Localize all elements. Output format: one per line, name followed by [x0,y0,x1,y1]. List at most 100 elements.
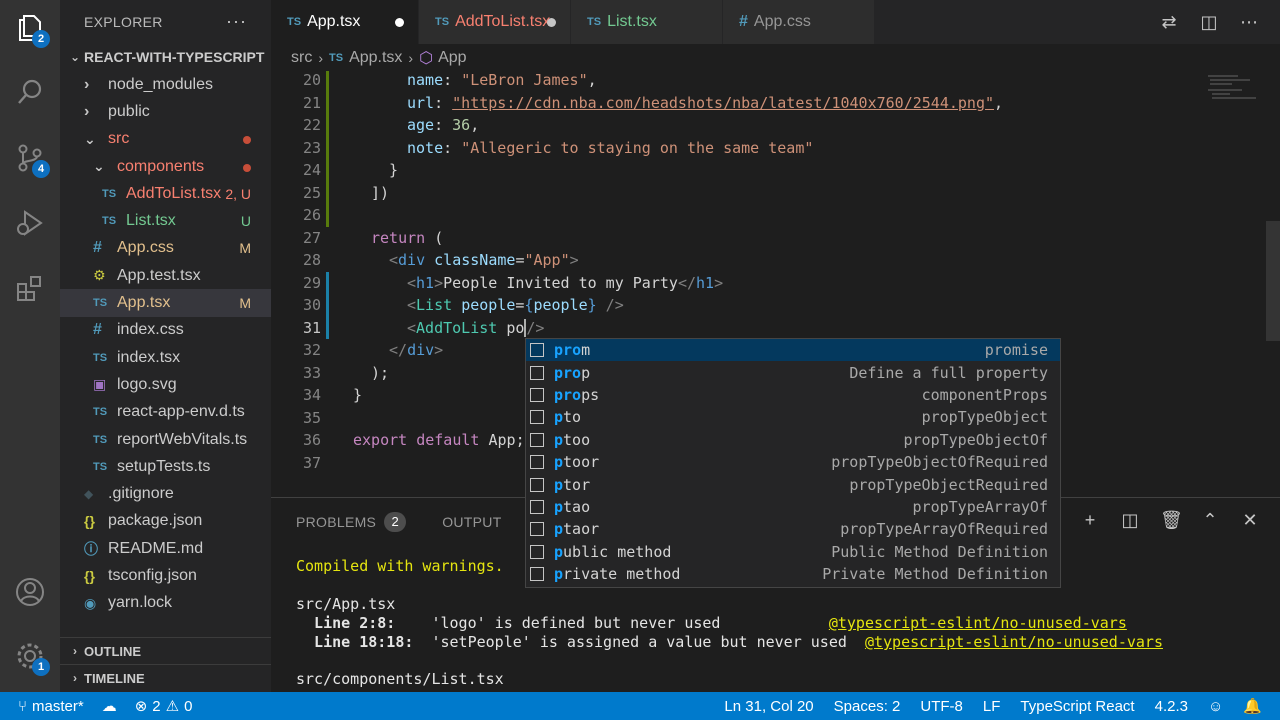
more-actions-icon[interactable]: ⋯ [1238,11,1260,33]
tree-item-label: node_modules [108,75,213,93]
line-ending[interactable]: LF [983,698,1001,715]
account-icon[interactable] [12,574,48,610]
cursor-position[interactable]: Ln 31, Col 20 [724,698,813,715]
encoding[interactable]: UTF-8 [920,698,963,715]
indentation[interactable]: Spaces: 2 [834,698,901,715]
split-editor-icon[interactable]: ◫ [1198,11,1220,33]
chevron-right-icon: › [84,75,90,93]
outline-section[interactable]: › OUTLINE [60,637,271,664]
explorer-badge: 2 [32,30,50,48]
tree-item[interactable]: # index.css [60,317,271,344]
trash-icon[interactable]: 🗑 [1160,510,1183,531]
suggestion-item[interactable]: prop Define a full property [526,361,1060,383]
tree-item[interactable]: ◉ yarn.lock [60,590,271,617]
branch-indicator[interactable]: ⑂ master* [18,698,84,715]
tree-item[interactable]: # App.css M [60,235,271,262]
tab-app-css[interactable]: # App.css [723,0,875,44]
code-token: } [389,161,399,180]
tree-item[interactable]: ◆ .gitignore [60,480,271,507]
sync-icon[interactable]: ☁ [102,697,117,715]
tree-item[interactable]: {} tsconfig.json [60,562,271,589]
suggestion-item[interactable]: ptor propTypeObjectRequired [526,473,1060,495]
breadcrumb: src › TS App.tsx › ⬡ App [271,44,1280,71]
minimap[interactable] [1206,71,1266,491]
vertical-scrollbar[interactable] [1266,221,1280,341]
terminal-rule-link[interactable]: @typescript-eslint/no-unused-vars [865,633,1163,651]
source-control-icon[interactable]: 4 [12,140,50,178]
snippet-icon [530,499,544,514]
tree-item[interactable]: TS AddToList.tsx 2, U [60,180,271,207]
compare-changes-icon[interactable]: ⇄ [1158,11,1180,33]
suggestion-detail: propTypeObject [921,408,1048,427]
maximize-panel-icon[interactable]: ⌃ [1200,510,1220,531]
tab-list-tsx[interactable]: TS List.tsx [571,0,723,44]
suggestion-item[interactable]: ptao propTypeArrayOf [526,496,1060,518]
extensions-icon[interactable] [12,270,48,306]
breadcrumb-symbol[interactable]: App [438,49,466,67]
breadcrumb-file[interactable]: App.tsx [349,49,402,67]
timeline-section[interactable]: › TIMELINE [60,664,271,691]
terminal-rule-link[interactable]: @typescript-eslint/no-unused-vars [829,614,1127,632]
tree-item[interactable]: ⌄ components [60,153,271,180]
tab-addtolist-tsx[interactable]: TS AddToList.tsx [419,0,571,44]
tree-item[interactable]: ⓘ README.md [60,535,271,562]
suggestion-item[interactable]: ptoor propTypeObjectOfRequired [526,451,1060,473]
tree-item-label: App.test.tsx [117,266,201,284]
project-section[interactable]: ⌄ REACT-WITH-TYPESCRIPT [60,43,271,71]
tree-item[interactable]: TS react-app-env.d.ts [60,399,271,426]
tree-item[interactable]: TS setupTests.ts [60,453,271,480]
tree-item[interactable]: › node_modules [60,71,271,98]
unsaved-dot-icon[interactable] [395,17,404,27]
tree-item-label: yarn.lock [108,594,173,612]
tree-item-label: reportWebVitals.ts [117,430,248,448]
suggestion-item[interactable]: private method Private Method Definition [526,563,1060,585]
code-token: name [407,71,444,90]
suggestion-item[interactable]: ptaor propTypeArrayOfRequired [526,518,1060,540]
tree-item[interactable]: {} package.json [60,508,271,535]
explorer-icon[interactable]: 2 [12,10,50,48]
suggestion-item[interactable]: prom promise [526,339,1060,362]
tree-item[interactable]: TS reportWebVitals.ts [60,426,271,453]
split-terminal-icon[interactable]: ◫ [1120,510,1140,531]
run-debug-icon[interactable] [12,205,48,241]
code-token-link[interactable]: "https://cdn.nba.com/headshots/nba/lates… [452,94,994,112]
code-token: List [416,296,453,315]
tree-item[interactable]: ⌄ src [60,126,271,153]
problems-indicator[interactable]: ⊗ 2 ⚠ 0 [135,697,193,716]
typescript-version[interactable]: 4.2.3 [1155,698,1188,715]
close-panel-icon[interactable]: ✕ [1240,510,1260,531]
code-token: "LeBron James" [461,71,588,90]
chevron-right-icon: › [408,49,414,66]
breadcrumb-folder[interactable]: src [291,49,312,67]
notifications-bell-icon[interactable]: 🔔 [1243,697,1262,715]
panel-tab-output[interactable]: OUTPUT [442,514,501,530]
suggestion-item[interactable]: public method Public Method Definition [526,541,1060,563]
feedback-icon[interactable]: ☺ [1208,698,1223,715]
new-terminal-icon[interactable]: + [1080,510,1100,531]
tree-item[interactable]: TS List.tsx U [60,207,271,234]
suggestion-item[interactable]: props componentProps [526,384,1060,406]
language-mode[interactable]: TypeScript React [1020,698,1134,715]
typescript-file-icon: TS [287,16,302,28]
tree-item[interactable]: TS index.tsx [60,344,271,371]
more-actions-icon[interactable]: ··· [226,11,247,32]
settings-gear-icon[interactable]: 1 [12,638,50,676]
tab-label: AddToList.tsx [455,13,551,30]
tree-item-label: README.md [108,539,204,557]
git-change-marker[interactable] [326,204,329,227]
unsaved-dot-icon[interactable] [547,17,556,27]
code-token: note [407,138,444,157]
code-token: return [371,228,426,247]
search-icon[interactable] [12,74,48,110]
tree-item[interactable]: ▣ logo.svg [60,371,271,398]
panel-tab-problems[interactable]: PROBLEMS 2 [296,511,407,532]
tree-item[interactable]: TS App.tsx M [60,289,271,317]
editor-tabs: TS App.tsx TS AddToList.tsx TS List.tsx # App.c… [271,0,1280,44]
tree-item[interactable]: ⚙ App.test.tsx [60,262,271,289]
tree-item[interactable]: › public [60,98,271,125]
terminal-output[interactable]: Compiled with warnings. src/App.tsx Line… [296,553,1163,688]
terminal-compiled-line: Compiled with warnings. [296,557,504,575]
tab-app-tsx[interactable]: TS App.tsx [271,0,419,44]
suggestion-item[interactable]: ptoo propTypeObjectOf [526,429,1060,451]
suggestion-item[interactable]: pto propTypeObject [526,406,1060,428]
